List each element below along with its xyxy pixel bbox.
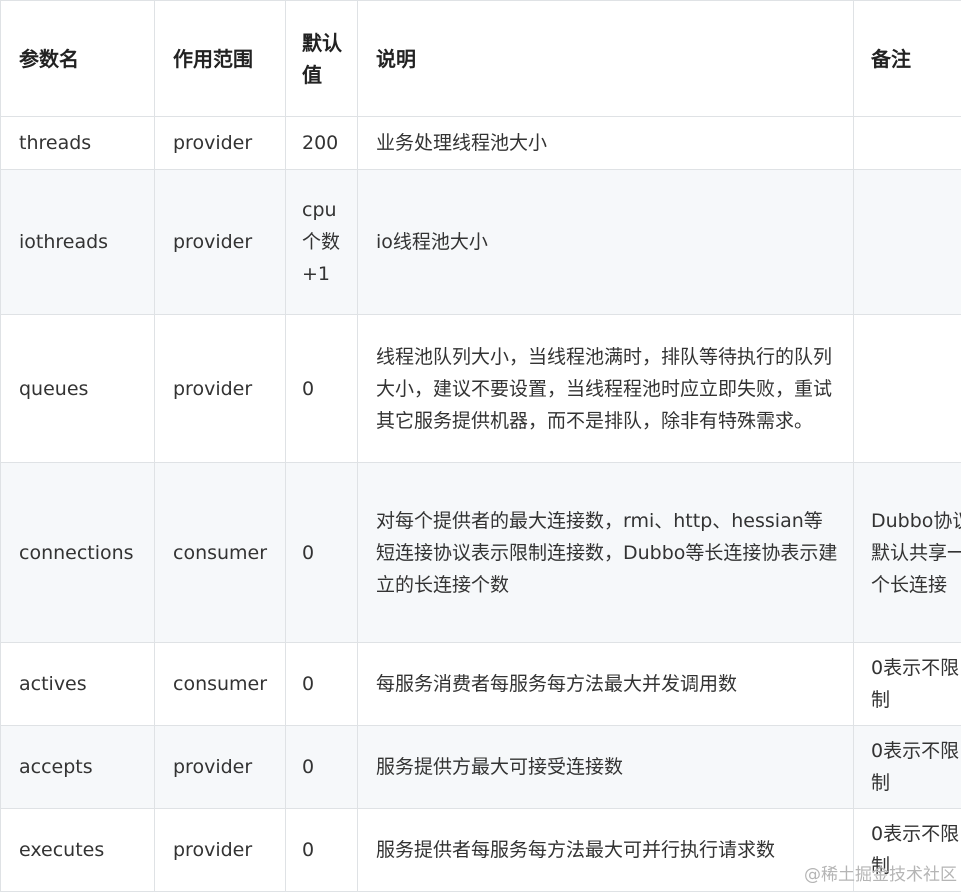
cell-default: 0 — [286, 463, 358, 643]
cell-note — [854, 315, 961, 463]
table-row: threads provider 200 业务处理线程池大小 — [1, 117, 961, 170]
cell-note — [854, 117, 961, 170]
table-header-row: 参数名 作用范围 默认值 说明 备注 — [1, 1, 961, 117]
cell-name: actives — [1, 643, 155, 726]
cell-scope: consumer — [155, 463, 286, 643]
cell-scope: provider — [155, 809, 286, 892]
cell-default: 0 — [286, 315, 358, 463]
cell-default: 0 — [286, 726, 358, 809]
cell-scope: consumer — [155, 643, 286, 726]
cell-default: 0 — [286, 809, 358, 892]
table-row: connections consumer 0 对每个提供者的最大连接数，rmi、… — [1, 463, 961, 643]
cell-note: 0表示不限制 — [854, 643, 961, 726]
cell-note: 0表示不限制 — [854, 726, 961, 809]
header-note: 备注 — [854, 1, 961, 117]
params-table: 参数名 作用范围 默认值 说明 备注 threads provider 200 … — [0, 0, 961, 892]
header-scope: 作用范围 — [155, 1, 286, 117]
cell-name: queues — [1, 315, 155, 463]
cell-description: 每服务消费者每服务每方法最大并发调用数 — [358, 643, 854, 726]
cell-scope: provider — [155, 315, 286, 463]
cell-description: io线程池大小 — [358, 170, 854, 315]
watermark: @稀土掘金技术社区 — [804, 860, 957, 885]
cell-note: Dubbo协议默认共享一个长连接 — [854, 463, 961, 643]
header-default: 默认值 — [286, 1, 358, 117]
cell-note — [854, 170, 961, 315]
cell-description: 服务提供方最大可接受连接数 — [358, 726, 854, 809]
cell-name: connections — [1, 463, 155, 643]
header-description: 说明 — [358, 1, 854, 117]
table-row: iothreads provider cpu个数+1 io线程池大小 — [1, 170, 961, 315]
cell-name: threads — [1, 117, 155, 170]
cell-scope: provider — [155, 117, 286, 170]
cell-description: 服务提供者每服务每方法最大可并行执行请求数 — [358, 809, 854, 892]
cell-name: executes — [1, 809, 155, 892]
table-row: accepts provider 0 服务提供方最大可接受连接数 0表示不限制 — [1, 726, 961, 809]
table-row: actives consumer 0 每服务消费者每服务每方法最大并发调用数 0… — [1, 643, 961, 726]
table-row: queues provider 0 线程池队列大小，当线程池满时，排队等待执行的… — [1, 315, 961, 463]
cell-default: cpu个数+1 — [286, 170, 358, 315]
cell-default: 200 — [286, 117, 358, 170]
cell-name: accepts — [1, 726, 155, 809]
cell-name: iothreads — [1, 170, 155, 315]
cell-description: 线程池队列大小，当线程池满时，排队等待执行的队列大小，建议不要设置，当线程程池时… — [358, 315, 854, 463]
cell-scope: provider — [155, 170, 286, 315]
cell-description: 业务处理线程池大小 — [358, 117, 854, 170]
cell-default: 0 — [286, 643, 358, 726]
cell-description: 对每个提供者的最大连接数，rmi、http、hessian等短连接协议表示限制连… — [358, 463, 854, 643]
cell-scope: provider — [155, 726, 286, 809]
header-name: 参数名 — [1, 1, 155, 117]
